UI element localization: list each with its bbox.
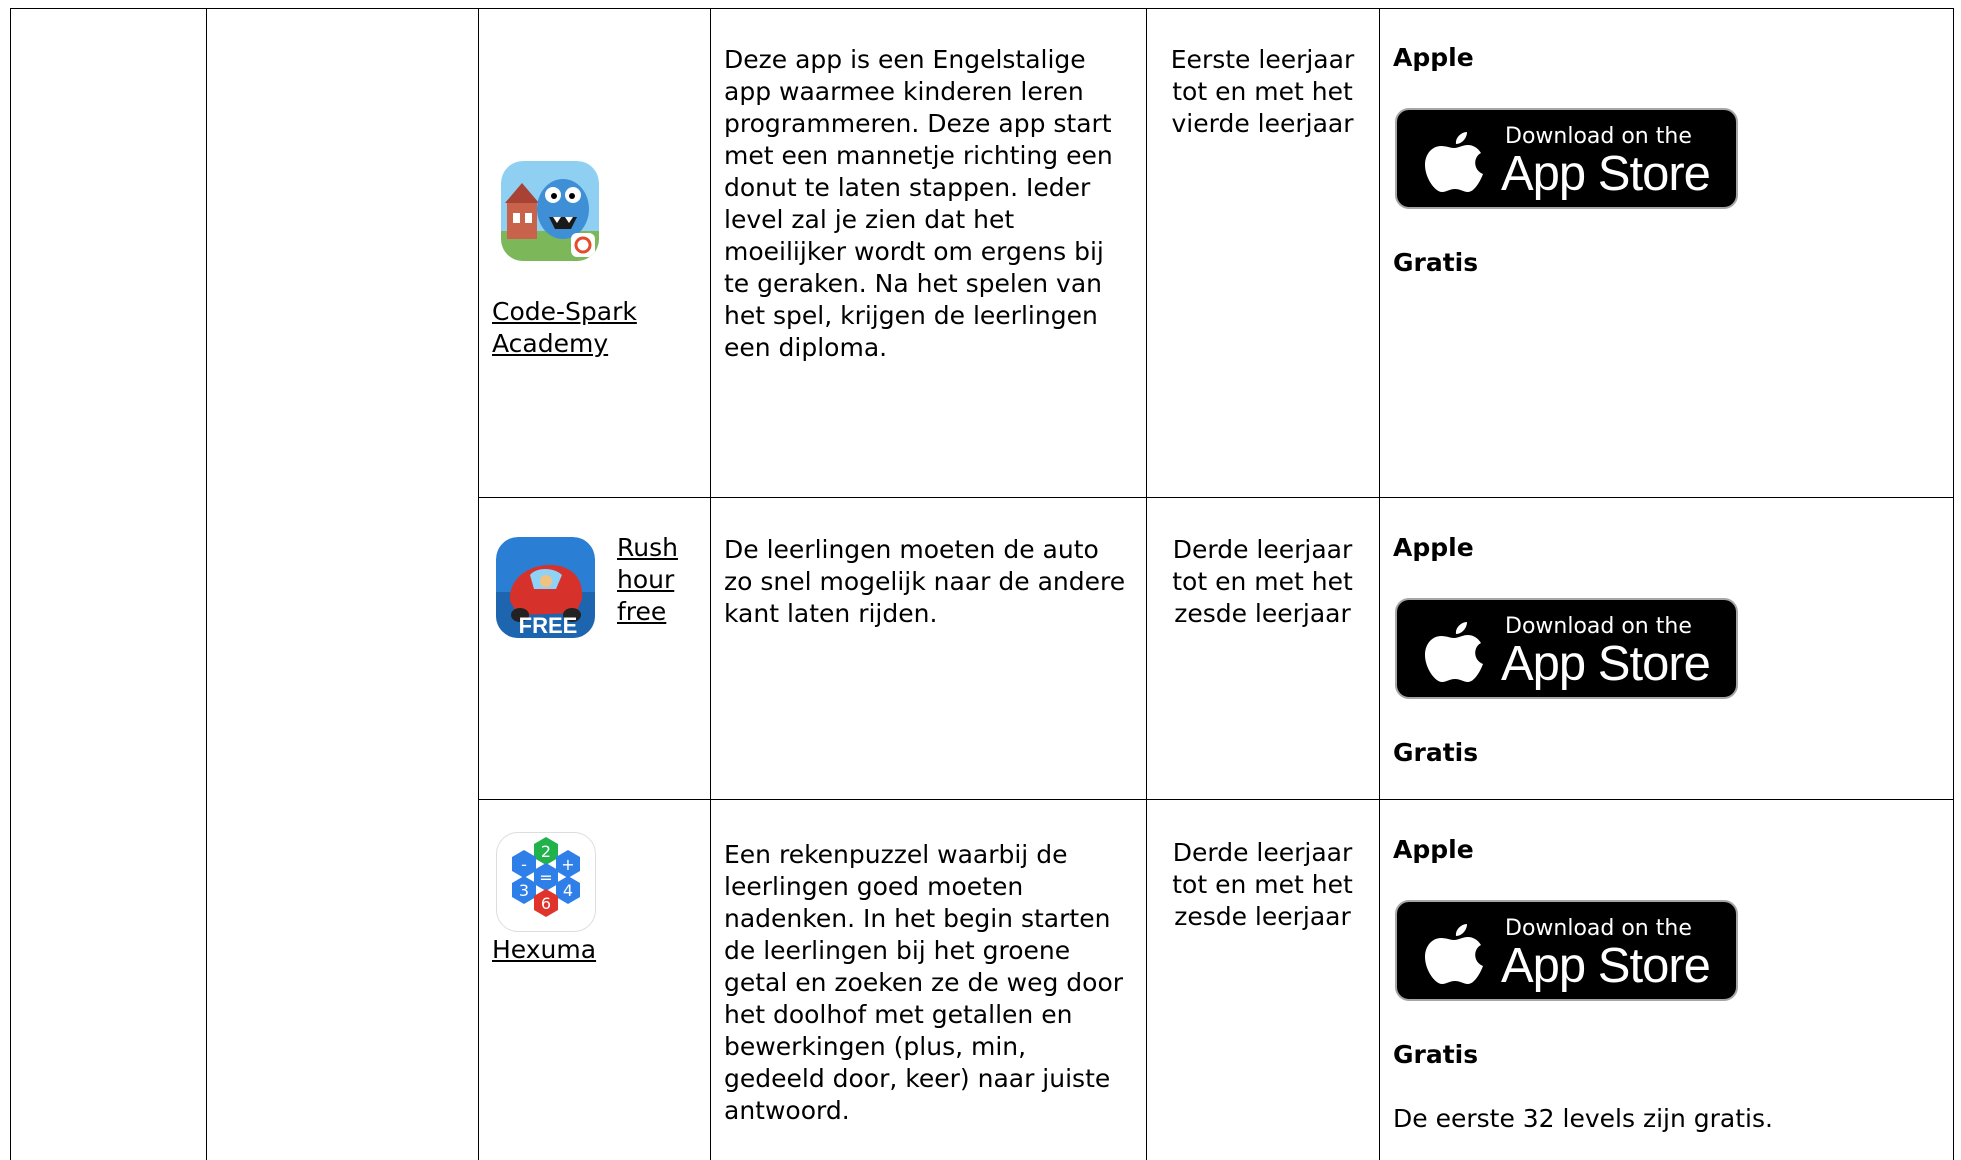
grade-range: Derde leerjaar tot en met het zesde leer…: [1172, 535, 1353, 628]
app-store-badge[interactable]: Download on the App Store: [1395, 900, 1738, 1001]
apple-logo-icon: [1425, 622, 1483, 682]
col-divider-0: [10, 8, 11, 1160]
row-divider-1: [478, 497, 1953, 498]
app-description: Deze app is een Engelstalige app waarmee…: [724, 45, 1113, 362]
price-label: Gratis: [1393, 738, 1479, 767]
app-link-rush-hour-free[interactable]: Rush hour free: [617, 532, 692, 628]
table-border-top: [10, 8, 1953, 9]
rush-hour-car-icon[interactable]: FREE: [496, 537, 595, 638]
app-store-badge[interactable]: Download on the App Store: [1395, 108, 1738, 209]
code-spark-monster-icon[interactable]: [501, 161, 599, 261]
app-description: De leerlingen moeten de auto zo snel mog…: [724, 535, 1126, 628]
hex-label: =: [539, 868, 552, 887]
col-divider-1: [206, 8, 207, 1160]
badge-big-text: App Store: [1501, 147, 1711, 201]
col-divider-5: [1379, 8, 1380, 1160]
col-divider-4: [1146, 8, 1147, 1160]
badge-big-text: App Store: [1501, 637, 1711, 691]
row-divider-2: [478, 799, 1953, 800]
grade-range: Derde leerjaar tot en met het zesde leer…: [1172, 838, 1353, 931]
free-label: FREE: [519, 613, 578, 638]
apple-logo-icon: [1425, 132, 1483, 192]
price-note: De eerste 32 levels zijn gratis.: [1393, 1104, 1773, 1133]
hex-label: -: [521, 855, 527, 874]
app-link-hexuma[interactable]: Hexuma: [492, 934, 672, 966]
app-link-code-spark-academy[interactable]: Code-Spark Academy: [492, 296, 672, 360]
platform-label: Apple: [1393, 835, 1474, 864]
apple-logo-icon: [1425, 924, 1483, 984]
price-label: Gratis: [1393, 1040, 1479, 1069]
app-description: Een rekenpuzzel waarbij de leerlingen go…: [724, 840, 1124, 1125]
grade-range: Eerste leerjaar tot en met het vierde le…: [1170, 45, 1355, 138]
hex-label: 2: [541, 842, 551, 861]
col-divider-3: [710, 8, 711, 1160]
price-label: Gratis: [1393, 248, 1479, 277]
hex-label: +: [561, 855, 574, 874]
col-divider-2: [478, 8, 479, 1160]
col-divider-6: [1953, 8, 1954, 1160]
platform-label: Apple: [1393, 43, 1474, 72]
hexuma-hexagon-icon[interactable]: 2 - + = 3 4 6: [496, 832, 596, 932]
badge-big-text: App Store: [1501, 939, 1711, 993]
hex-label: 4: [563, 881, 573, 900]
hex-label: 3: [519, 881, 529, 900]
platform-label: Apple: [1393, 533, 1474, 562]
app-store-badge[interactable]: Download on the App Store: [1395, 598, 1738, 699]
hex-label: 6: [541, 894, 551, 913]
